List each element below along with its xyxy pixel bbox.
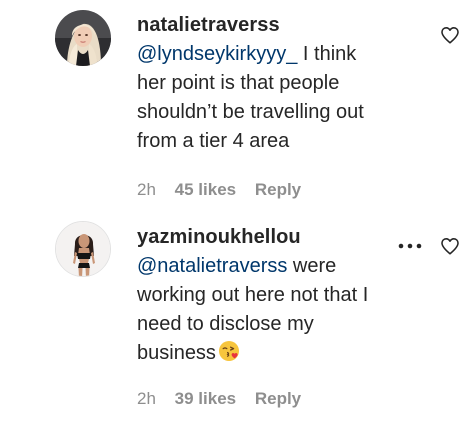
comment-meta: 2h 39 likes Reply — [137, 389, 315, 409]
comment-likes[interactable]: 39 likes — [175, 389, 236, 408]
heart-outline-icon[interactable] — [440, 237, 460, 255]
mention-link[interactable]: @natalietraverss — [137, 255, 287, 277]
comment-username[interactable]: yazminoukhellou — [137, 225, 427, 249]
more-options-icon[interactable] — [397, 242, 423, 250]
comment-item: yazminoukhellou @natalietraverss were wor… — [0, 212, 474, 427]
comment-item: natalietraverss @lyndseykirkyyy_ I think… — [0, 0, 474, 210]
comment-text-line: shouldn’t be travelling out — [137, 101, 364, 123]
reply-button[interactable]: Reply — [255, 180, 301, 199]
comment-text-line: I think — [297, 43, 357, 65]
comment-text-line: business — [137, 342, 216, 364]
avatar[interactable] — [55, 221, 111, 277]
reply-button[interactable]: Reply — [255, 389, 301, 408]
comment-text: @lyndseykirkyyy_ I think her point is tha… — [137, 40, 427, 156]
comment-meta: 2h 45 likes Reply — [137, 180, 315, 200]
comment-text-line: her point is that people — [137, 72, 340, 94]
comment-likes[interactable]: 45 likes — [175, 180, 236, 199]
comment-time: 2h — [137, 180, 156, 199]
comment-username[interactable]: natalietraverss — [137, 13, 427, 37]
comment-body: natalietraverss @lyndseykirkyyy_ I think… — [137, 13, 427, 156]
face-blowing-kiss-emoji-icon — [218, 341, 239, 361]
avatar-woman-black-outfit-icon — [56, 222, 110, 276]
comment-text-line: were — [287, 255, 337, 277]
comment-body: yazminoukhellou @natalietraverss were wor… — [137, 225, 427, 368]
comment-text-line: need to disclose my — [137, 313, 314, 335]
comment-time: 2h — [137, 389, 156, 408]
heart-outline-icon[interactable] — [440, 26, 460, 44]
comment-text: @natalietraverss were working out here no… — [137, 252, 427, 368]
comment-text-line: working out here not that I — [137, 284, 369, 306]
avatar-blonde-woman-icon — [55, 10, 111, 66]
mention-link[interactable]: @lyndseykirkyyy_ — [137, 43, 297, 65]
avatar[interactable] — [55, 10, 111, 66]
comment-text-line: from a tier 4 area — [137, 130, 290, 152]
